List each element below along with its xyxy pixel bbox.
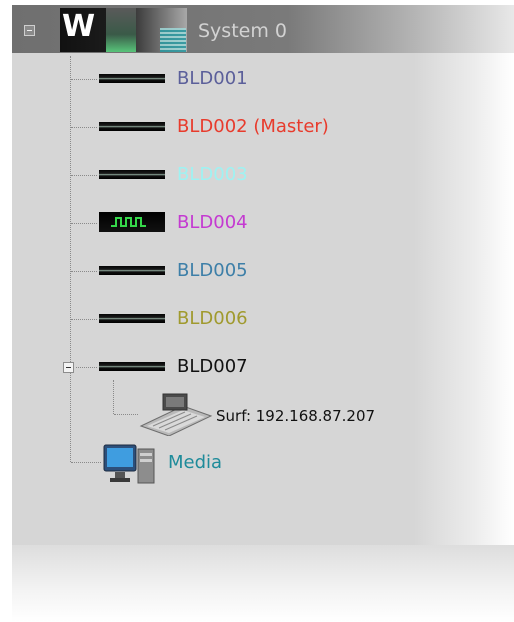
tree-node-bld007[interactable]: BLD007 [177,356,248,378]
bld-device-icon[interactable] [99,170,165,179]
system-title[interactable]: System 0 [198,19,287,43]
bld-device-icon[interactable] [99,74,165,83]
tree-node-bld003[interactable]: BLD003 [177,164,248,186]
tree-connector [71,271,97,272]
logo-screen-graphic [106,8,136,52]
tree-connector [114,414,138,415]
tree-connector [71,175,97,176]
bld-device-icon[interactable] [99,362,165,371]
bld-signal-icon[interactable] [99,212,165,232]
computer-icon[interactable] [102,443,158,485]
pulse-wave-icon [111,217,146,227]
tree-node-media[interactable]: Media [168,452,222,474]
bld-device-icon[interactable] [99,266,165,275]
tree-node-surf[interactable]: Surf: 192.168.87.207 [216,405,375,427]
tree-node-bld004[interactable]: BLD004 [177,212,248,234]
control-surface-icon[interactable] [139,390,213,436]
tree-connector [71,462,101,463]
tree-node-bld006[interactable]: BLD006 [177,308,248,330]
tree-panel-fade [12,545,514,622]
tree-node-bld005[interactable]: BLD005 [177,260,248,282]
tree-connector-child [113,380,114,414]
tree-connector [76,367,97,368]
tree-connector [71,319,97,320]
collapse-root-icon[interactable] [24,25,35,36]
tree-connector [71,79,97,80]
tree-node-bld002[interactable]: BLD002 (Master) [177,116,329,138]
logo-grid-graphic [160,28,186,52]
bld-device-icon[interactable] [99,122,165,131]
tree-panel [12,5,514,545]
tree-node-bld001[interactable]: BLD001 [177,68,248,90]
bld-device-icon[interactable] [99,314,165,323]
logo-w: W [62,9,95,44]
tree-connector-main [70,56,71,462]
tree-connector [71,223,97,224]
collapse-bld007-icon[interactable] [63,362,74,373]
tree-connector [71,127,97,128]
